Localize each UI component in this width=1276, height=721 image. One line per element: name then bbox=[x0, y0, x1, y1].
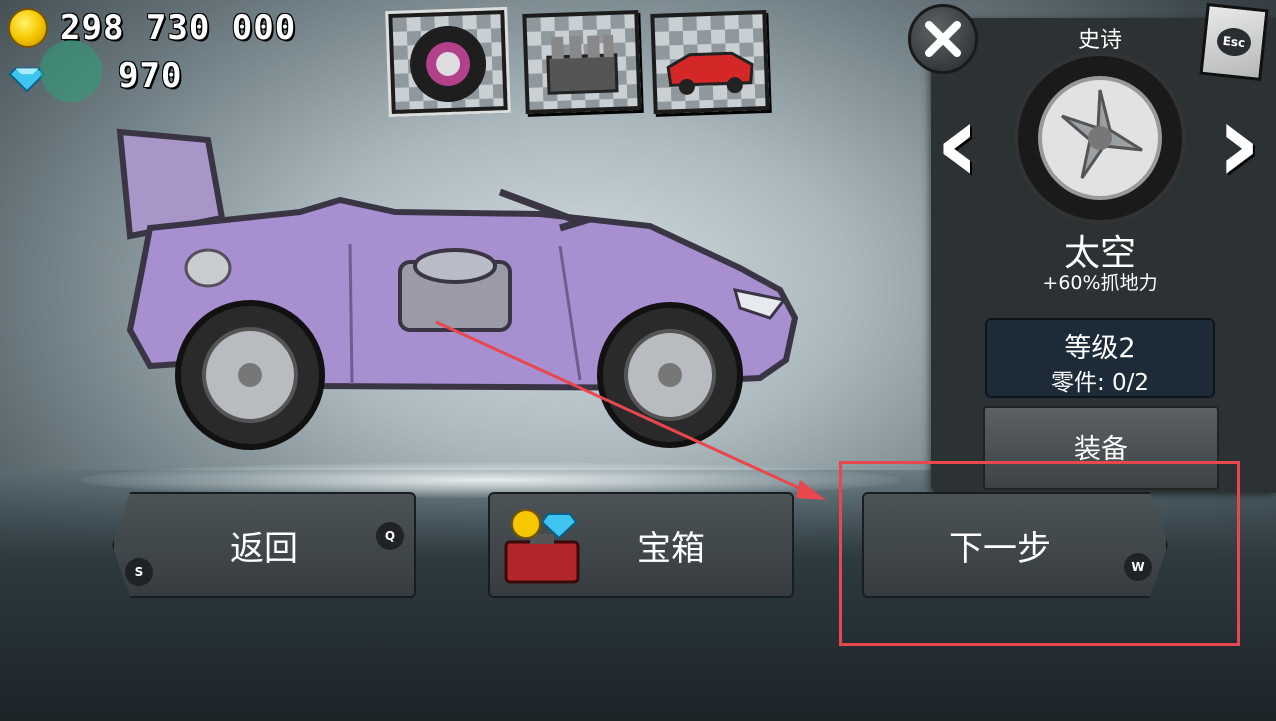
annotation-highlight-box bbox=[839, 461, 1240, 646]
